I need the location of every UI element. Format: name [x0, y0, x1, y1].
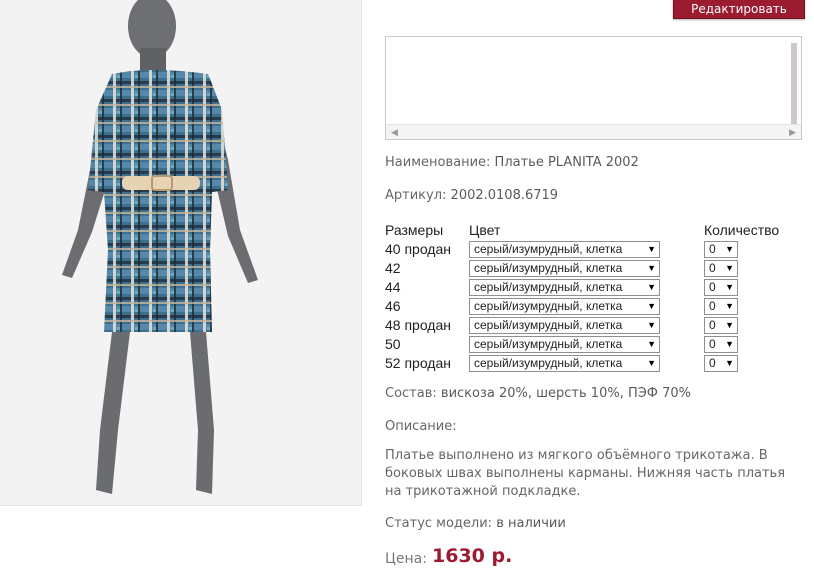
- color-select-value: серый/изумрудный, клетка: [474, 241, 623, 256]
- color-select-value: серый/изумрудный, клетка: [474, 336, 623, 351]
- table-row: 48 продан серый/изумрудный, клетка ▼ 0 ▼: [385, 315, 779, 334]
- size-cell: 40 продан: [385, 240, 451, 257]
- color-select[interactable]: серый/изумрудный, клетка ▼: [469, 335, 660, 353]
- product-article-value: 2002.0108.6719: [450, 188, 559, 203]
- chevron-down-icon: ▼: [725, 357, 734, 368]
- product-image[interactable]: [0, 0, 362, 506]
- chevron-down-icon: ▼: [647, 338, 656, 349]
- price-value: 1630 р.: [432, 545, 513, 567]
- composition-label: Состав:: [385, 386, 437, 401]
- chevron-down-icon: ▼: [725, 319, 734, 330]
- table-row: 42 серый/изумрудный, клетка ▼ 0 ▼: [385, 258, 779, 277]
- sizes-table-header: Размеры Цвет Количество: [385, 220, 779, 239]
- product-name-label: Наименование:: [385, 155, 491, 170]
- product-article: Артикул: 2002.0108.6719: [385, 188, 558, 203]
- header-color: Цвет: [469, 221, 501, 238]
- color-select[interactable]: серый/изумрудный, клетка ▼: [469, 316, 660, 334]
- chevron-down-icon: ▼: [725, 262, 734, 273]
- color-select[interactable]: серый/изумрудный, клетка ▼: [469, 259, 660, 277]
- color-select[interactable]: серый/изумрудный, клетка ▼: [469, 240, 660, 258]
- product-name-value: Платье PLANITA 2002: [494, 155, 639, 170]
- chevron-down-icon: ▼: [725, 300, 734, 311]
- description-label: Описание:: [385, 419, 457, 434]
- table-row: 44 серый/изумрудный, клетка ▼ 0 ▼: [385, 277, 779, 296]
- quantity-select-value: 0: [709, 279, 716, 294]
- quantity-select[interactable]: 0 ▼: [704, 278, 738, 296]
- edit-button[interactable]: Редактировать: [673, 0, 805, 19]
- scroll-right-icon[interactable]: ▶: [789, 128, 796, 138]
- chevron-down-icon: ▼: [725, 243, 734, 254]
- vertical-scrollbar[interactable]: [791, 43, 797, 127]
- color-select-value: серый/изумрудный, клетка: [474, 317, 623, 332]
- quantity-select[interactable]: 0 ▼: [704, 316, 738, 334]
- chevron-down-icon: ▼: [725, 281, 734, 292]
- product-name: Наименование: Платье PLANITA 2002: [385, 155, 639, 170]
- quantity-select-value: 0: [709, 336, 716, 351]
- size-cell: 48 продан: [385, 316, 451, 333]
- sizes-table: Размеры Цвет Количество 40 продан серый/…: [385, 220, 779, 372]
- quantity-select[interactable]: 0 ▼: [704, 240, 738, 258]
- color-select-value: серый/изумрудный, клетка: [474, 279, 623, 294]
- price-label: Цена:: [385, 551, 427, 567]
- description-text: Платье выполнено из мягкого объёмного тр…: [385, 448, 786, 499]
- size-cell: 52 продан: [385, 354, 451, 371]
- size-cell: 42: [385, 259, 401, 276]
- color-select[interactable]: серый/изумрудный, клетка ▼: [469, 354, 660, 372]
- header-size: Размеры: [385, 221, 444, 238]
- size-cell: 50: [385, 335, 401, 352]
- color-select-value: серый/изумрудный, клетка: [474, 260, 623, 275]
- size-cell: 44: [385, 278, 401, 295]
- table-row: 52 продан серый/изумрудный, клетка ▼ 0 ▼: [385, 353, 779, 372]
- quantity-select-value: 0: [709, 241, 716, 256]
- product-status: Статус модели: в наличии: [385, 516, 566, 531]
- quantity-select[interactable]: 0 ▼: [704, 335, 738, 353]
- chevron-down-icon: ▼: [647, 243, 656, 254]
- quantity-select-value: 0: [709, 260, 716, 275]
- color-select[interactable]: серый/изумрудный, клетка ▼: [469, 278, 660, 296]
- color-select-value: серый/изумрудный, клетка: [474, 298, 623, 313]
- table-row: 46 серый/изумрудный, клетка ▼ 0 ▼: [385, 296, 779, 315]
- size-cell: 46: [385, 297, 401, 314]
- status-value: в наличии: [496, 516, 566, 531]
- header-qty: Количество: [704, 221, 780, 238]
- quantity-select[interactable]: 0 ▼: [704, 297, 738, 315]
- quantity-select-value: 0: [709, 355, 716, 370]
- table-row: 50 серый/изумрудный, клетка ▼ 0 ▼: [385, 334, 779, 353]
- product-composition: Состав: вискоза 20%, шерсть 10%, ПЭФ 70%: [385, 386, 691, 401]
- chevron-down-icon: ▼: [647, 319, 656, 330]
- color-select-value: серый/изумрудный, клетка: [474, 355, 623, 370]
- horizontal-scrollbar[interactable]: ◀ ▶: [386, 124, 801, 139]
- color-select[interactable]: серый/изумрудный, клетка ▼: [469, 297, 660, 315]
- quantity-select-value: 0: [709, 298, 716, 313]
- quantity-select-value: 0: [709, 317, 716, 332]
- quantity-select[interactable]: 0 ▼: [704, 354, 738, 372]
- product-article-label: Артикул:: [385, 188, 447, 203]
- composition-value: вискоза 20%, шерсть 10%, ПЭФ 70%: [440, 386, 692, 401]
- chevron-down-icon: ▼: [647, 357, 656, 368]
- chevron-down-icon: ▼: [647, 300, 656, 311]
- chevron-down-icon: ▼: [647, 281, 656, 292]
- table-row: 40 продан серый/изумрудный, клетка ▼ 0 ▼: [385, 239, 779, 258]
- notes-textarea[interactable]: ◀ ▶: [385, 36, 802, 140]
- quantity-select[interactable]: 0 ▼: [704, 259, 738, 277]
- mannequin-dress-illustration: [62, 0, 258, 494]
- scroll-left-icon[interactable]: ◀: [391, 128, 398, 138]
- chevron-down-icon: ▼: [647, 262, 656, 273]
- status-label: Статус модели:: [385, 516, 493, 531]
- chevron-down-icon: ▼: [725, 338, 734, 349]
